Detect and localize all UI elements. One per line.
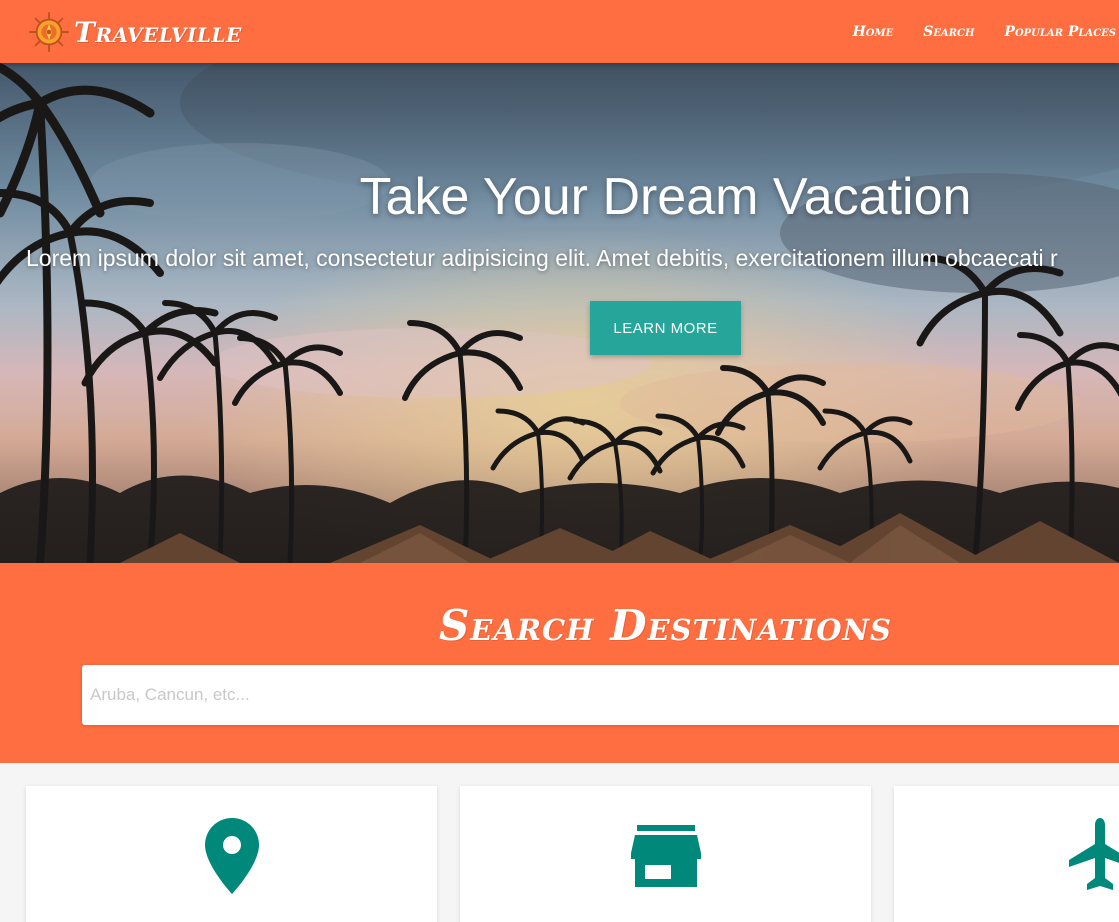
hero-background-image bbox=[0, 63, 1119, 563]
nav-link-home[interactable]: Home bbox=[838, 24, 909, 40]
hero-section: Take Your Dream Vacation Lorem ipsum dol… bbox=[0, 63, 1119, 563]
map-pin-icon bbox=[194, 818, 270, 894]
search-title: Search Destinations bbox=[438, 601, 893, 650]
feature-cards bbox=[0, 763, 1119, 922]
feature-card-store bbox=[460, 786, 871, 922]
navbar: Travelville Home Search Popular Places bbox=[0, 0, 1119, 63]
store-icon bbox=[628, 818, 704, 894]
nav-link-popular-places[interactable]: Popular Places bbox=[989, 24, 1119, 40]
nav-links: Home Search Popular Places bbox=[838, 0, 1119, 63]
search-section: Search Destinations bbox=[0, 563, 1119, 763]
airplane-icon bbox=[1062, 818, 1119, 894]
hero-subtitle: Lorem ipsum dolor sit amet, consectetur … bbox=[26, 245, 1058, 271]
feature-card-travel bbox=[894, 786, 1119, 922]
learn-more-button[interactable]: LEARN MORE bbox=[590, 301, 741, 355]
sun-compass-logo-icon bbox=[28, 11, 70, 53]
brand-name: Travelville bbox=[74, 15, 242, 49]
destination-search-input[interactable] bbox=[82, 665, 1119, 725]
hero-title: Take Your Dream Vacation bbox=[359, 168, 972, 226]
feature-card-location bbox=[26, 786, 437, 922]
nav-link-search[interactable]: Search bbox=[908, 24, 989, 40]
brand-link[interactable]: Travelville bbox=[28, 10, 242, 54]
